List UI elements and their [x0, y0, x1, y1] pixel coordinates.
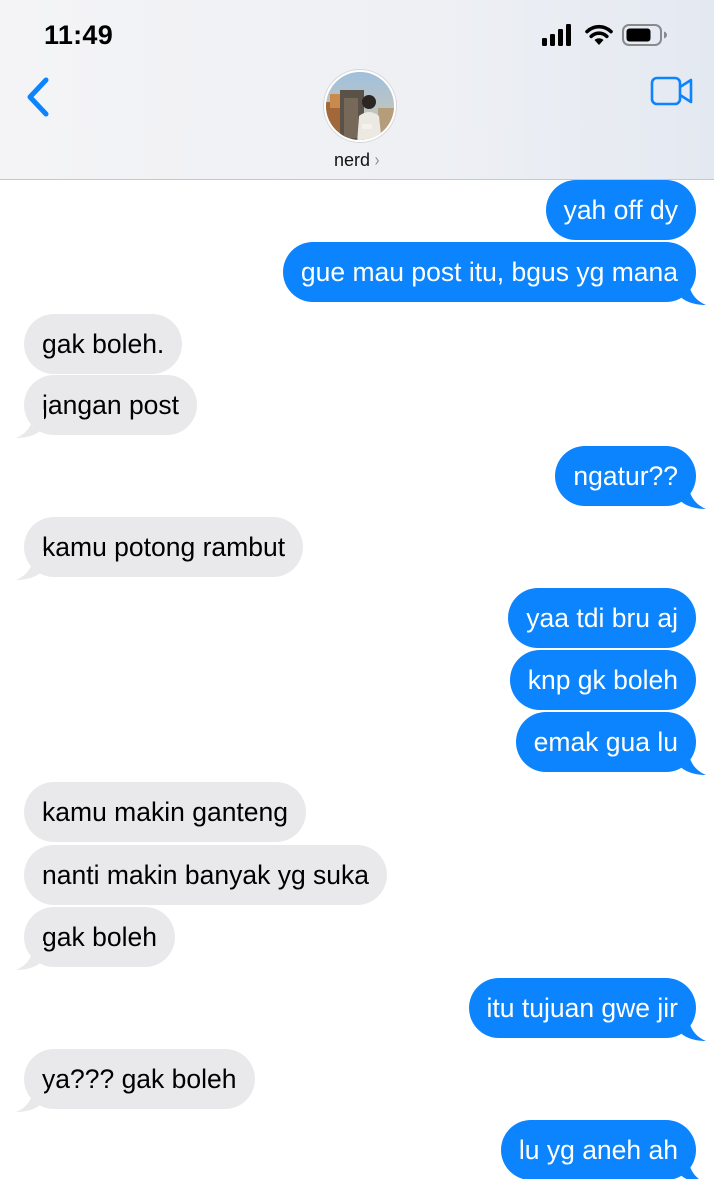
message-bubble-sent[interactable]: lu yg aneh ah	[500, 1120, 696, 1179]
bubble-tail-sent	[678, 276, 706, 305]
message-bubble-sent[interactable]: yaa tdi bru aj	[508, 588, 696, 648]
facetime-video-button[interactable]	[650, 74, 694, 108]
contact-name-button[interactable]: nerd ›	[0, 150, 714, 171]
message-bubble-received[interactable]: kamu potong rambut	[24, 517, 304, 577]
message-row-received: ya??? gak boleh	[0, 1049, 714, 1112]
bubble-tail-sent	[678, 1154, 700, 1179]
message-bubble-received[interactable]: ya??? gak boleh	[24, 1049, 255, 1109]
message-bubble-received[interactable]: jangan post	[24, 375, 198, 435]
message-bubble-sent[interactable]: knp gk boleh	[509, 650, 696, 710]
message-bubble-sent[interactable]: gue mau post itu, bgus yg mana	[282, 242, 696, 302]
message-row-sent: knp gk boleh	[0, 650, 714, 710]
contact-name: nerd	[333, 150, 371, 170]
conversation-header: 11:49 nerd ›	[0, 0, 714, 180]
bubble-tail-sent	[678, 746, 706, 775]
bubble-tail-received	[16, 409, 44, 438]
message-row-sent: ngatur??	[0, 446, 714, 509]
message-bubble-sent[interactable]: ngatur??	[555, 446, 696, 506]
message-row-sent: emak gua lu	[0, 712, 714, 775]
bubble-tail-received	[16, 1083, 44, 1112]
contact-avatar[interactable]	[324, 70, 396, 142]
message-row-sent: yah off dy	[0, 180, 714, 240]
avatar-photo	[326, 72, 394, 140]
message-bubble-received[interactable]: gak boleh.	[24, 314, 183, 374]
message-bubble-received[interactable]: nanti makin banyak yg suka	[24, 845, 388, 905]
battery-icon	[622, 24, 667, 46]
chevron-left-icon	[27, 77, 49, 117]
message-bubble-received[interactable]: gak boleh	[24, 907, 175, 967]
message-row-received: jangan post	[0, 375, 714, 438]
message-bubble-received[interactable]: kamu makin ganteng	[24, 782, 307, 842]
video-camera-icon	[650, 76, 693, 106]
bubble-tail-sent	[678, 1012, 706, 1041]
wifi-icon	[585, 24, 613, 45]
message-bubble-sent[interactable]: yah off dy	[545, 180, 696, 240]
message-bubble-sent[interactable]: itu tujuan gwe jir	[468, 978, 696, 1038]
message-row-sent: gue mau post itu, bgus yg mana	[0, 242, 714, 305]
cellular-signal-icon	[542, 24, 571, 46]
message-row-received: kamu potong rambut	[0, 517, 714, 580]
message-row-sent: itu tujuan gwe jir	[0, 978, 714, 1041]
back-button[interactable]	[22, 74, 56, 120]
chevron-right-icon: ›	[374, 150, 380, 170]
message-row-received: gak boleh.	[0, 314, 714, 374]
message-row-sent: yaa tdi bru aj	[0, 588, 714, 648]
status-icons	[540, 22, 690, 48]
bubble-tail-received	[16, 941, 44, 970]
status-time: 11:49	[44, 20, 114, 50]
message-row-sent: lu yg aneh ah	[0, 1120, 714, 1179]
message-row-received: nanti makin banyak yg suka	[0, 845, 714, 905]
message-row-received: gak boleh	[0, 907, 714, 970]
message-bubble-sent[interactable]: emak gua lu	[515, 712, 696, 772]
bubble-tail-sent	[678, 480, 706, 509]
bubble-tail-received	[16, 551, 44, 580]
message-row-received: kamu makin ganteng	[0, 782, 714, 842]
